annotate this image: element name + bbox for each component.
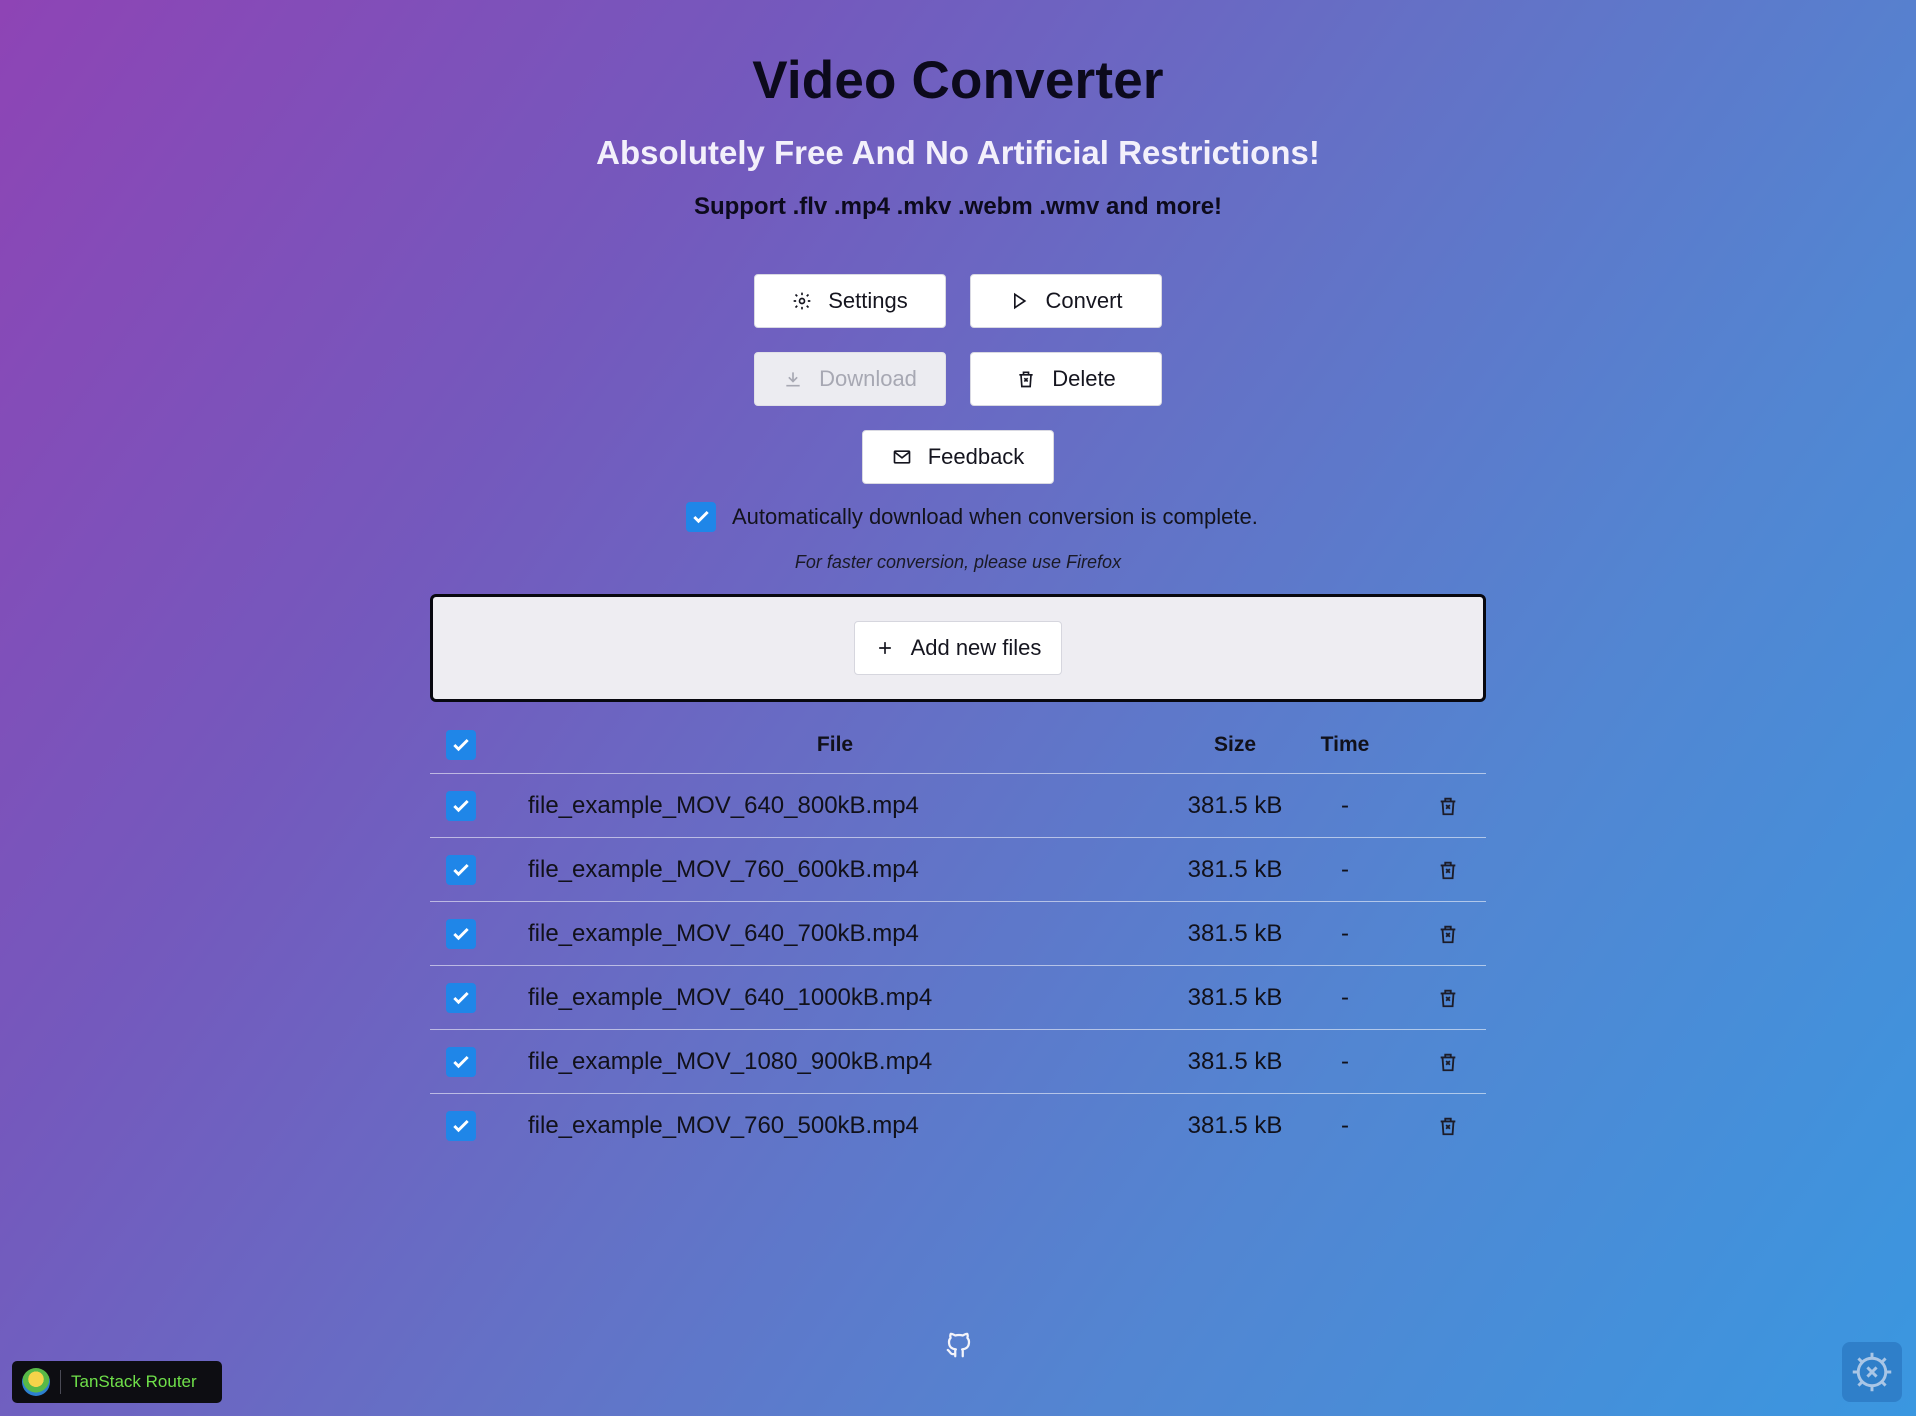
row-checkbox[interactable] <box>446 918 476 949</box>
supported-formats: Support .flv .mp4 .mkv .webm .wmv and mo… <box>693 193 1223 220</box>
trash-icon <box>1440 1117 1456 1136</box>
table-row: file_example_MOV_760_500kB.mp4 381.5 kB - <box>430 1094 1486 1158</box>
file-name: file_example_MOV_640_700kB.mp4 <box>528 919 919 947</box>
trash-icon <box>1440 1053 1456 1071</box>
delete-label: Delete <box>1052 366 1116 391</box>
check-icon <box>453 1119 469 1133</box>
file-time: - <box>1341 983 1349 1011</box>
row-delete-button[interactable] <box>1426 795 1470 817</box>
file-time: - <box>1341 855 1349 883</box>
row-checkbox[interactable] <box>446 854 476 885</box>
trash-icon <box>1019 371 1033 388</box>
row-checkbox[interactable] <box>446 1111 476 1141</box>
convert-button[interactable]: Convert <box>970 274 1162 328</box>
settings-label: Settings <box>828 288 908 313</box>
check-icon <box>453 991 469 1004</box>
row-delete-button[interactable] <box>1426 923 1470 945</box>
gear-icon <box>1852 1352 1892 1392</box>
plus-icon <box>878 642 891 654</box>
delete-button[interactable]: Delete <box>970 352 1162 406</box>
tanstack-logo-icon <box>22 1368 50 1396</box>
add-files-label: Add new files <box>910 635 1042 660</box>
file-name: file_example_MOV_760_500kB.mp4 <box>528 1112 919 1139</box>
row-delete-button[interactable] <box>1426 1051 1470 1073</box>
table-row: file_example_MOV_1080_900kB.mp4 381.5 kB - <box>430 1030 1486 1094</box>
trash-icon <box>1440 925 1456 943</box>
download-label: Download <box>819 366 917 391</box>
divider <box>60 1370 61 1394</box>
feedback-label: Feedback <box>927 444 1025 469</box>
row-checkbox[interactable] <box>446 790 476 821</box>
settings-fab[interactable] <box>1842 1342 1902 1402</box>
file-time: - <box>1341 791 1349 819</box>
row-checkbox[interactable] <box>446 982 476 1013</box>
file-time: - <box>1341 919 1349 947</box>
play-icon <box>1014 292 1027 310</box>
check-icon <box>693 510 709 524</box>
file-time: - <box>1341 1047 1349 1075</box>
trash-icon <box>1440 797 1456 815</box>
trash-icon <box>1440 861 1456 879</box>
file-dropzone[interactable]: Add new files <box>430 594 1486 702</box>
tanstack-label: TanStack Router <box>71 1372 197 1391</box>
feedback-button[interactable]: Feedback <box>862 430 1054 484</box>
tanstack-devtools-toggle[interactable]: TanStack Router <box>12 1361 222 1403</box>
github-icon[interactable] <box>944 1330 974 1360</box>
row-delete-button[interactable] <box>1426 859 1470 881</box>
auto-download-checkbox[interactable] <box>686 502 716 532</box>
firefox-hint: For faster conversion, please use Firefo… <box>794 552 1122 572</box>
row-checkbox[interactable] <box>446 1046 476 1077</box>
table-row: file_example_MOV_760_600kB.mp4 381.5 kB - <box>430 838 1486 902</box>
header-file: File <box>816 732 854 756</box>
check-icon <box>453 1055 469 1068</box>
table-header: File Size Time <box>430 716 1486 774</box>
check-icon <box>453 927 469 940</box>
check-icon <box>453 799 469 812</box>
row-delete-button[interactable] <box>1426 987 1470 1009</box>
convert-label: Convert <box>1045 288 1123 313</box>
file-name: file_example_MOV_1080_900kB.mp4 <box>528 1047 933 1075</box>
file-table: File Size Time file_example_MOV_640_800k… <box>430 716 1486 1158</box>
header-time: Time <box>1320 732 1370 756</box>
file-name: file_example_MOV_760_600kB.mp4 <box>528 855 919 883</box>
auto-download-label: Automatically download when conversion i… <box>732 504 1258 529</box>
gear-icon <box>793 292 811 310</box>
page-title: Video Converter <box>752 51 1164 110</box>
add-files-button[interactable]: Add new files <box>854 621 1062 675</box>
trash-icon <box>1440 989 1456 1007</box>
page-subtitle: Absolutely Free And No Artificial Restri… <box>596 134 1320 171</box>
auto-download-option[interactable]: Automatically download when conversion i… <box>686 502 1258 532</box>
table-row: file_example_MOV_640_800kB.mp4 381.5 kB - <box>430 774 1486 838</box>
check-icon <box>453 863 469 876</box>
settings-button[interactable]: Settings <box>754 274 946 328</box>
mail-icon <box>893 450 911 464</box>
file-name: file_example_MOV_640_800kB.mp4 <box>528 791 919 819</box>
download-button[interactable]: Download <box>754 352 946 406</box>
file-time: - <box>1341 1112 1349 1139</box>
download-icon <box>786 372 800 387</box>
row-delete-button[interactable] <box>1426 1115 1470 1137</box>
table-row: file_example_MOV_640_700kB.mp4 381.5 kB - <box>430 902 1486 966</box>
file-name: file_example_MOV_640_1000kB.mp4 <box>528 983 933 1011</box>
table-row: file_example_MOV_640_1000kB.mp4 381.5 kB - <box>430 966 1486 1030</box>
